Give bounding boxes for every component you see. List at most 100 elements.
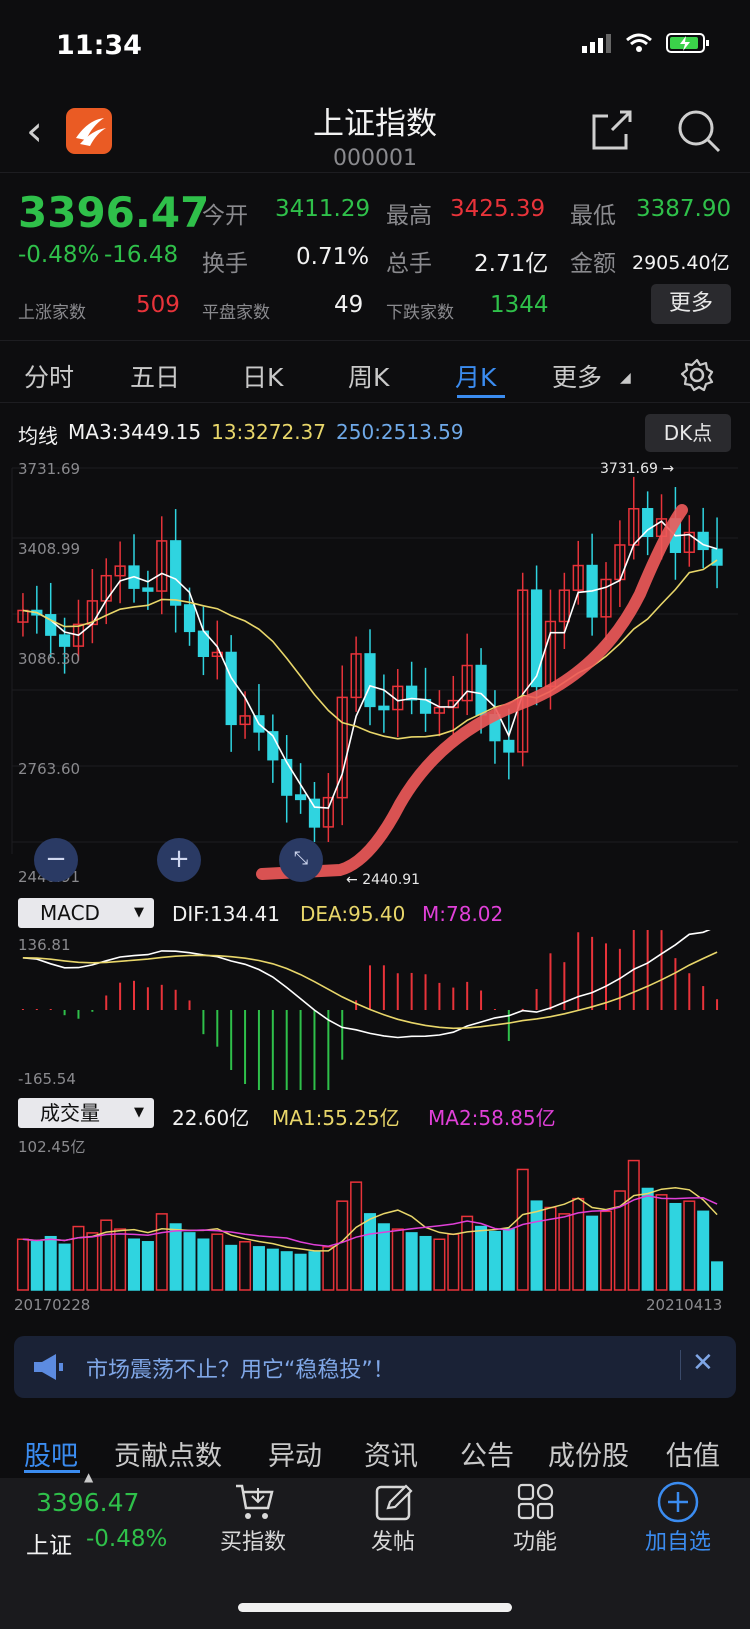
change-pct: -0.48%	[18, 242, 100, 268]
toolbar-index-change[interactable]: -0.48%	[86, 1526, 167, 1552]
ma13-value: 13:3272.37	[211, 420, 327, 444]
page-title: 上证指数	[313, 106, 437, 142]
volume-bar	[16, 1238, 29, 1291]
volume-selector[interactable]: 成交量 ▼	[18, 1098, 154, 1128]
tab-monthly-k[interactable]: 月K	[455, 358, 496, 394]
volume-bar	[516, 1168, 529, 1291]
settings-gear-icon[interactable]	[680, 358, 714, 392]
macd-dif: DIF:134.41	[172, 902, 280, 926]
status-time: 11:34	[56, 30, 142, 61]
turnover-label: 换手	[202, 251, 248, 277]
add-watchlist-label[interactable]: 加自选	[618, 1524, 738, 1556]
high-label: 最高	[386, 203, 432, 229]
functions-grid-icon[interactable]	[516, 1482, 556, 1522]
volume-bar	[475, 1225, 488, 1291]
tab-constituents[interactable]: 成份股	[548, 1434, 629, 1473]
zoom-out-button[interactable]: −	[34, 838, 78, 882]
volume-bar	[711, 1261, 724, 1291]
volume-bar	[697, 1210, 710, 1291]
candle	[281, 758, 293, 796]
candle	[170, 540, 182, 606]
dropdown-arrow-icon: ▼	[134, 1105, 144, 1120]
low-label: 最低	[570, 203, 616, 229]
bottom-tab-indicator	[24, 1470, 80, 1473]
tab-intraday[interactable]: 分时	[24, 358, 74, 394]
volume-bar	[86, 1232, 99, 1291]
toolbar-index-price[interactable]: 3396.47	[36, 1488, 139, 1517]
divider	[0, 402, 750, 403]
fullscreen-button[interactable]: ⤡	[279, 838, 323, 882]
volume-bar	[72, 1225, 85, 1291]
high-value: 3425.39	[450, 196, 546, 222]
volume-bar	[252, 1246, 265, 1291]
volume-bar	[627, 1159, 640, 1291]
candle	[294, 794, 307, 801]
tab-more[interactable]: 更多	[552, 358, 602, 394]
dropdown-arrow-icon: ▼	[134, 905, 144, 920]
kline-axis-2: 3408.99	[18, 540, 81, 558]
candle	[642, 508, 654, 538]
tab-contribution[interactable]: 贡献点数	[114, 1434, 222, 1473]
tab-five-day[interactable]: 五日	[130, 358, 180, 394]
compose-icon[interactable]	[374, 1482, 414, 1522]
amount-label: 金额	[570, 251, 616, 277]
volume-bar	[266, 1248, 279, 1291]
tab-daily-k[interactable]: 日K	[242, 358, 283, 394]
amount-value: 2905.40亿	[632, 252, 730, 274]
add-watchlist-icon[interactable]	[656, 1480, 700, 1524]
volume-bar	[239, 1241, 252, 1291]
kline-axis-4: 2763.60	[18, 760, 81, 778]
volume-bar	[225, 1244, 238, 1291]
macd-selector[interactable]: MACD ▼	[18, 898, 154, 928]
kline-axis-3: 3086.30	[18, 650, 81, 668]
cart-icon[interactable]	[234, 1482, 274, 1522]
signal-icon	[582, 34, 611, 53]
volume-bar	[405, 1232, 418, 1291]
banner-divider	[680, 1350, 681, 1380]
search-icon[interactable]	[676, 108, 722, 154]
macd-selector-label: MACD	[40, 901, 100, 925]
battery-charging-icon	[666, 33, 709, 53]
volume-bar	[599, 1210, 613, 1291]
kline-high-value: 3731.69	[600, 461, 658, 477]
tab-announcements[interactable]: 公告	[460, 1434, 514, 1473]
tab-forum[interactable]: 股吧	[24, 1434, 78, 1473]
macd-dea: DEA:95.40	[300, 902, 406, 926]
kline-chart[interactable]	[0, 454, 750, 884]
share-icon[interactable]	[590, 108, 634, 152]
volume-bar	[114, 1228, 127, 1291]
volume-bar	[183, 1232, 196, 1291]
volume-bar	[391, 1228, 404, 1291]
wifi-icon	[626, 33, 652, 52]
banner-close-icon[interactable]: ✕	[692, 1348, 714, 1378]
tab-movement[interactable]: 异动	[268, 1434, 322, 1473]
tab-weekly-k[interactable]: 周K	[348, 358, 389, 394]
more-quote-button[interactable]: 更多	[651, 284, 731, 324]
volume-bar	[100, 1219, 113, 1291]
buy-index-label[interactable]: 买指数	[193, 1524, 313, 1556]
functions-label[interactable]: 功能	[475, 1524, 595, 1556]
volume-bar	[447, 1233, 460, 1291]
macd-axis-bottom: -165.54	[18, 1070, 76, 1088]
home-indicator	[238, 1603, 512, 1612]
dk-point-button[interactable]: DK点	[645, 414, 731, 452]
post-label[interactable]: 发帖	[333, 1524, 453, 1556]
down-count-label: 下跌家数	[386, 303, 454, 323]
collapse-arrow-icon[interactable]: ▲	[84, 1470, 93, 1484]
volume-axis-top: 102.45亿	[18, 1138, 86, 1156]
date-end: 20210413	[646, 1296, 723, 1314]
status-icons	[582, 32, 710, 54]
megaphone-icon	[34, 1354, 63, 1380]
divider	[0, 340, 750, 341]
candle	[58, 634, 71, 647]
tab-valuation[interactable]: 估值	[666, 1434, 720, 1473]
turnover-value: 0.71%	[296, 244, 370, 270]
volume-bar	[488, 1230, 501, 1291]
toolbar-index-name[interactable]: 上证	[26, 1526, 72, 1560]
divider	[0, 172, 750, 173]
volume-chart	[16, 1159, 724, 1291]
zoom-in-button[interactable]: +	[157, 838, 201, 882]
low-value: 3387.90	[636, 196, 732, 222]
tab-news[interactable]: 资讯	[364, 1434, 418, 1473]
volume-bar	[155, 1213, 168, 1291]
